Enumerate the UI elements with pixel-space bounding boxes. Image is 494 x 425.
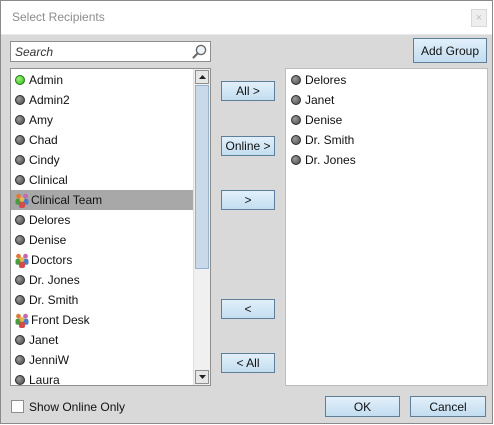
selected-recipient-item[interactable]: Dr. Jones: [286, 150, 486, 170]
recipient-name: Dr. Smith: [29, 293, 79, 307]
recipient-name: Admin2: [29, 93, 70, 107]
group-icon: [15, 193, 29, 208]
available-recipient-item[interactable]: Amy: [11, 110, 193, 130]
offline-status-icon: [15, 355, 25, 365]
offline-status-icon: [291, 95, 301, 105]
remove-all-button[interactable]: < All: [221, 353, 275, 373]
close-button[interactable]: ×: [471, 9, 487, 27]
available-recipients-list[interactable]: Admin Admin2 Amy Chad Cindy Clinical Clinical …: [10, 68, 211, 386]
recipient-name: Janet: [29, 333, 59, 347]
available-recipient-item[interactable]: Admin2: [11, 90, 193, 110]
recipient-name: Dr. Smith: [305, 133, 355, 147]
recipient-name: Front Desk: [31, 313, 90, 327]
dialog-title: Select Recipients: [12, 10, 105, 24]
recipient-name: Amy: [29, 113, 53, 127]
offline-status-icon: [15, 135, 25, 145]
selected-recipients-list[interactable]: Delores Janet Denise Dr. Smith Dr. Jones: [285, 68, 488, 386]
available-recipient-item[interactable]: Janet: [11, 330, 193, 350]
available-recipient-item[interactable]: Cindy: [11, 150, 193, 170]
offline-status-icon: [291, 155, 301, 165]
recipient-name: Laura: [29, 373, 60, 386]
recipient-name: Doctors: [31, 253, 73, 267]
offline-status-icon: [15, 215, 25, 225]
add-group-button[interactable]: Add Group: [413, 38, 487, 63]
recipient-name: Admin: [29, 73, 64, 87]
add-selected-button[interactable]: >: [221, 190, 275, 210]
scroll-up-button[interactable]: [195, 70, 209, 84]
available-recipient-item[interactable]: Admin: [11, 70, 193, 90]
arrow-down-icon: [198, 375, 206, 379]
available-recipient-item[interactable]: Doctors: [11, 250, 193, 270]
arrow-up-icon: [198, 75, 206, 79]
offline-status-icon: [15, 275, 25, 285]
offline-status-icon: [15, 335, 25, 345]
recipient-name: Chad: [29, 133, 58, 147]
recipient-name: Dr. Jones: [305, 153, 356, 167]
add-online-button[interactable]: Online >: [221, 136, 275, 156]
recipient-name: Cindy: [29, 153, 60, 167]
available-recipient-item[interactable]: Chad: [11, 130, 193, 150]
vertical-scrollbar[interactable]: [193, 69, 210, 385]
selected-recipient-item[interactable]: Janet: [286, 90, 486, 110]
available-recipient-item[interactable]: Delores: [11, 210, 193, 230]
recipient-name: Delores: [29, 213, 71, 227]
offline-status-icon: [15, 155, 25, 165]
selected-recipient-item[interactable]: Dr. Smith: [286, 130, 486, 150]
offline-status-icon: [15, 95, 25, 105]
search-input[interactable]: Search: [10, 41, 211, 62]
title-bar: Select Recipients ×: [1, 1, 492, 35]
select-recipients-dialog: Select Recipients × Search Add Group Adm…: [0, 0, 493, 424]
show-online-only-checkbox[interactable]: [11, 400, 24, 413]
available-recipient-item[interactable]: JenniW: [11, 350, 193, 370]
available-recipient-item[interactable]: Dr. Smith: [11, 290, 193, 310]
offline-status-icon: [15, 115, 25, 125]
available-recipient-item[interactable]: Laura: [11, 370, 193, 386]
offline-status-icon: [15, 175, 25, 185]
scroll-down-button[interactable]: [195, 370, 209, 384]
recipient-name: JenniW: [29, 353, 70, 367]
selected-recipient-item[interactable]: Denise: [286, 110, 486, 130]
search-icon[interactable]: [191, 43, 208, 60]
show-online-only-label[interactable]: Show Online Only: [29, 400, 125, 414]
group-icon: [15, 313, 29, 328]
close-icon: ×: [475, 12, 483, 24]
offline-status-icon: [291, 135, 301, 145]
search-placeholder: Search: [15, 45, 54, 59]
available-recipient-item[interactable]: Clinical Team: [11, 190, 193, 210]
add-all-button[interactable]: All >: [221, 81, 275, 101]
available-recipient-item[interactable]: Dr. Jones: [11, 270, 193, 290]
offline-status-icon: [291, 75, 301, 85]
selected-recipient-item[interactable]: Delores: [286, 70, 486, 90]
online-status-icon: [15, 75, 25, 85]
recipient-name: Denise: [305, 113, 343, 127]
ok-button[interactable]: OK: [325, 396, 400, 417]
available-recipient-item[interactable]: Denise: [11, 230, 193, 250]
recipient-name: Janet: [305, 93, 335, 107]
offline-status-icon: [15, 235, 25, 245]
available-recipient-item[interactable]: Clinical: [11, 170, 193, 190]
offline-status-icon: [291, 115, 301, 125]
offline-status-icon: [15, 295, 25, 305]
available-recipient-item[interactable]: Front Desk: [11, 310, 193, 330]
scroll-thumb[interactable]: [195, 85, 209, 269]
offline-status-icon: [15, 375, 25, 385]
recipient-name: Delores: [305, 73, 347, 87]
remove-selected-button[interactable]: <: [221, 299, 275, 319]
recipient-name: Clinical: [29, 173, 68, 187]
recipient-name: Dr. Jones: [29, 273, 80, 287]
recipient-name: Denise: [29, 233, 67, 247]
group-icon: [15, 253, 29, 268]
recipient-name: Clinical Team: [31, 193, 103, 207]
cancel-button[interactable]: Cancel: [410, 396, 486, 417]
